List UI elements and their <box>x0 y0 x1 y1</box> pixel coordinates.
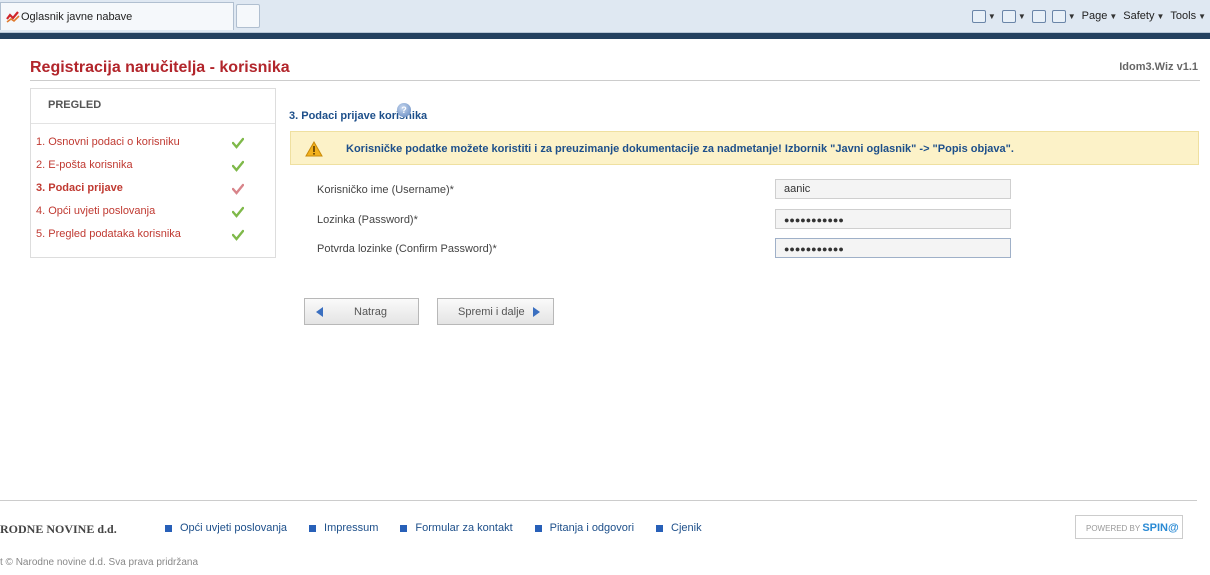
sidebar-header: PREGLED <box>31 89 275 124</box>
sidebar-item-osnovni-podaci[interactable]: 1. Osnovni podaci o korisniku <box>36 133 272 153</box>
footer-links: Opći uvjeti poslovanja Impressum Formula… <box>165 522 724 534</box>
save-and-next-label: Spremi i dalje <box>458 306 525 318</box>
footer-link-pitanja[interactable]: Pitanja i odgovori <box>534 522 634 534</box>
footer-link-opci-uvjeti[interactable]: Opći uvjeti poslovanja <box>165 522 287 534</box>
tools-menu[interactable]: Tools ▼ <box>1170 10 1206 22</box>
print-icon <box>1051 9 1066 23</box>
browser-tab[interactable]: Oglasnik javne nabave <box>0 2 234 30</box>
mail-icon <box>1031 9 1046 23</box>
warning-icon <box>305 141 323 157</box>
bullet-icon <box>656 524 664 532</box>
info-notice: Korisničke podatke možete koristiti i za… <box>290 131 1199 165</box>
username-label: Korisničko ime (Username)* <box>317 184 454 196</box>
bullet-icon <box>400 524 408 532</box>
powered-by-badge[interactable]: POWERED BY SPIN@ <box>1075 515 1183 539</box>
help-icon[interactable]: ? <box>397 103 411 117</box>
bullet-icon <box>534 524 542 532</box>
save-and-next-button[interactable]: Spremi i dalje <box>437 298 554 325</box>
sidebar-item-label: 2. E-pošta korisnika <box>36 159 133 171</box>
check-icon <box>232 229 244 241</box>
bullet-icon <box>309 524 317 532</box>
check-active-icon <box>232 183 244 195</box>
safety-menu[interactable]: Safety ▼ <box>1123 10 1164 22</box>
browser-tab-bar: Oglasnik javne nabave ▼ ▼ ▼ Page ▼ Safety… <box>0 0 1210 33</box>
sidebar-title: PREGLED <box>48 99 102 111</box>
new-tab-button[interactable] <box>236 4 260 28</box>
footer-brand: RODNE NOVINE d.d. <box>0 522 117 536</box>
browser-tab-title: Oglasnik javne nabave <box>21 11 133 23</box>
footer-link-cjenik[interactable]: Cjenik <box>656 522 702 534</box>
bullet-icon <box>165 524 172 532</box>
sidebar-item-pregled-podataka[interactable]: 5. Pregled podataka korisnika <box>36 225 272 245</box>
password-input[interactable] <box>775 209 1011 229</box>
check-icon <box>232 137 244 149</box>
favicon-icon <box>6 11 20 23</box>
app-version: Idom3.Wiz v1.1 <box>1119 61 1198 73</box>
footer-link-kontakt[interactable]: Formular za kontakt <box>400 522 513 534</box>
arrow-right-icon <box>533 307 540 317</box>
footer-link-impressum[interactable]: Impressum <box>309 522 378 534</box>
check-icon <box>232 160 244 172</box>
confirm-password-input[interactable] <box>775 238 1011 258</box>
page-menu[interactable]: Page ▼ <box>1082 10 1118 22</box>
username-input[interactable] <box>775 179 1011 199</box>
confirm-password-label: Potvrda lozinke (Confirm Password)* <box>317 243 497 255</box>
header-accent-bar <box>0 33 1210 39</box>
sidebar-item-label: 5. Pregled podataka korisnika <box>36 228 181 240</box>
title-divider <box>30 80 1200 81</box>
back-button-label: Natrag <box>354 306 388 318</box>
check-icon <box>232 206 244 218</box>
back-button[interactable]: Natrag <box>304 298 419 325</box>
sidebar-item-label: 3. Podaci prijave <box>36 182 123 194</box>
home-button[interactable]: ▼ <box>971 9 996 23</box>
print-button[interactable]: ▼ <box>1051 9 1076 23</box>
sidebar-item-opci-uvjeti[interactable]: 4. Opći uvjeti poslovanja <box>36 202 272 222</box>
footer-divider <box>0 500 1197 501</box>
sidebar-item-label: 4. Opći uvjeti poslovanja <box>36 205 156 217</box>
arrow-left-icon <box>316 307 323 317</box>
copyright-text: t © Narodne novine d.d. Sva prava pridrž… <box>0 557 199 568</box>
sidebar-item-e-posta[interactable]: 2. E-pošta korisnika <box>36 156 272 176</box>
feeds-button[interactable]: ▼ <box>1001 9 1026 23</box>
notice-text: Korisničke podatke možete koristiti i za… <box>346 143 1014 155</box>
mail-button[interactable] <box>1031 9 1046 23</box>
wizard-steps-panel: PREGLED 1. Osnovni podaci o korisniku 2.… <box>30 88 276 258</box>
sidebar-item-podaci-prijave[interactable]: 3. Podaci prijave <box>36 179 272 199</box>
password-label: Lozinka (Password)* <box>317 214 418 226</box>
sidebar-item-label: 1. Osnovni podaci o korisniku <box>36 136 180 148</box>
home-icon <box>971 9 986 23</box>
browser-command-bar: ▼ ▼ ▼ Page ▼ Safety ▼ Tools ▼ <box>971 7 1210 25</box>
page-title: Registracija naručitelja - korisnika <box>30 59 290 76</box>
feeds-icon <box>1001 9 1016 23</box>
